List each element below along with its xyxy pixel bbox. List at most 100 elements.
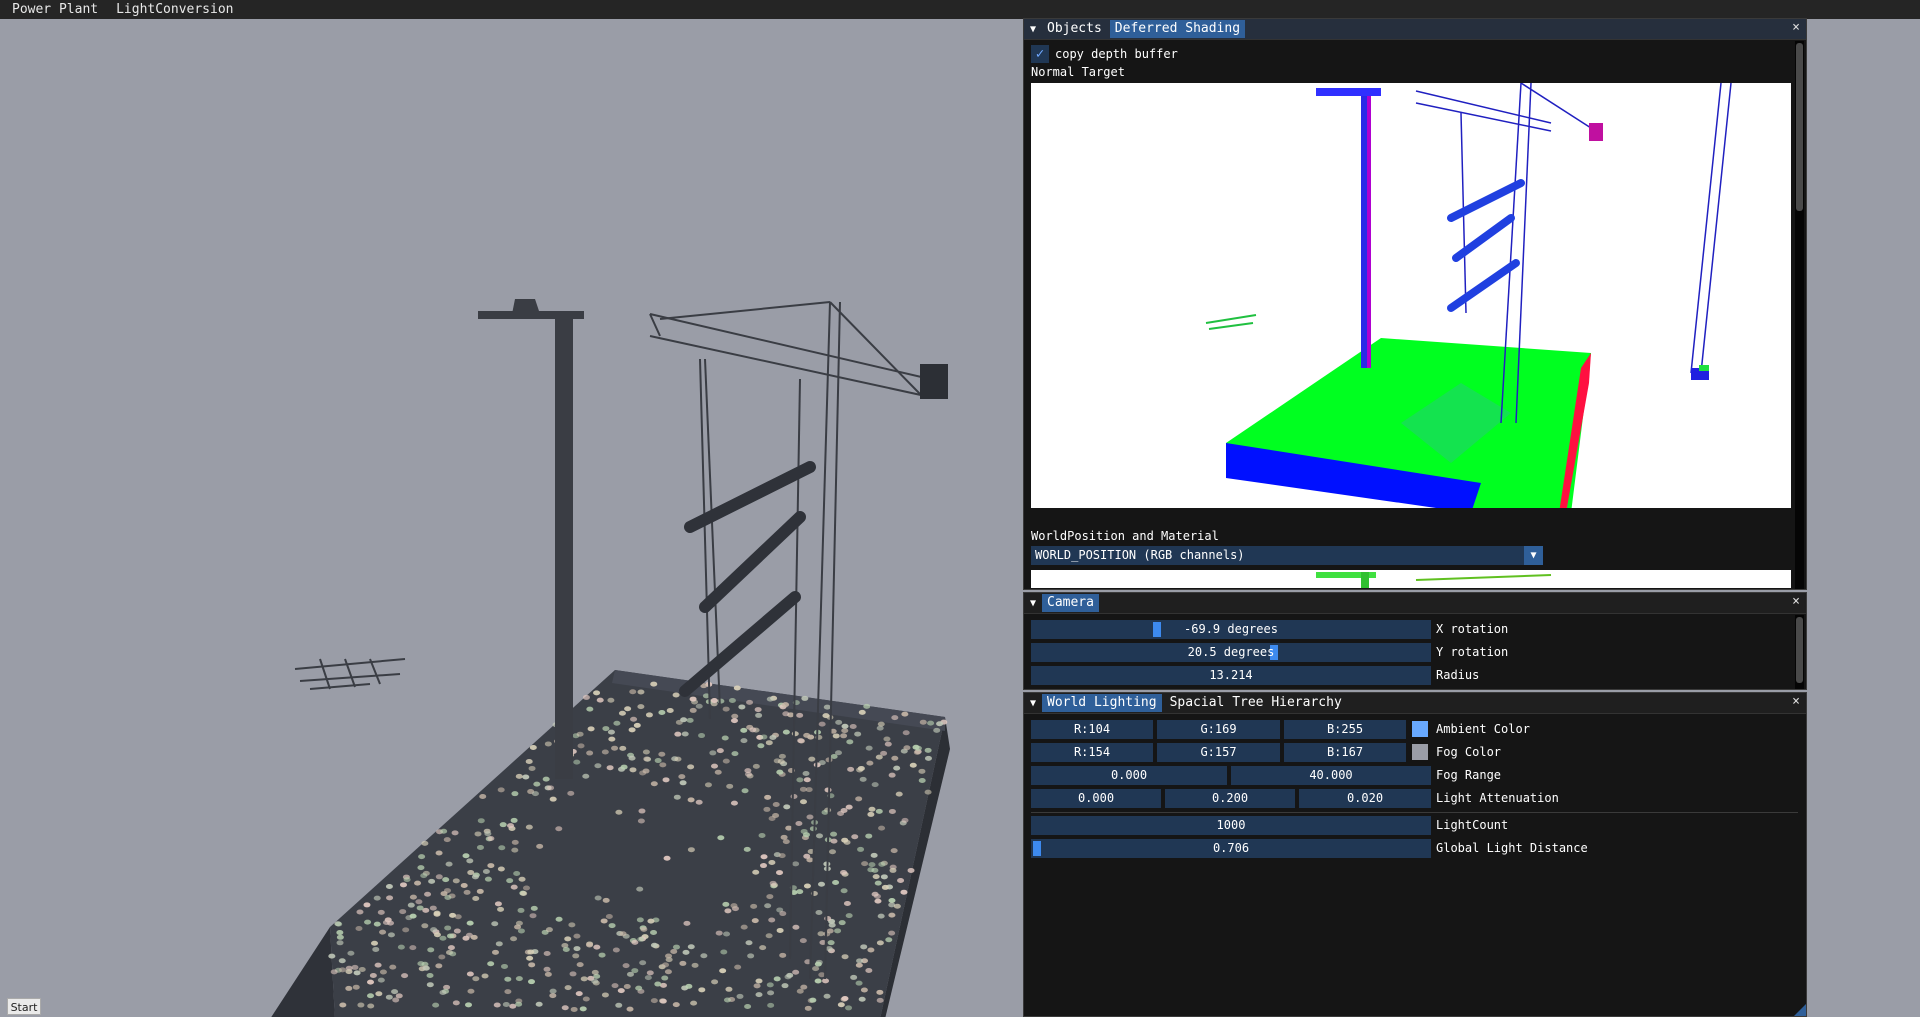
point-light xyxy=(631,939,639,945)
tab-spacial-tree[interactable]: Spacial Tree Hierarchy xyxy=(1165,694,1347,712)
copy-depth-checkbox[interactable]: ✓ xyxy=(1031,45,1049,63)
point-light xyxy=(586,706,594,712)
point-light xyxy=(776,769,784,775)
point-light xyxy=(818,721,826,727)
fog-b-field[interactable]: B:167 xyxy=(1284,743,1406,762)
point-light xyxy=(717,835,725,841)
point-light xyxy=(587,726,595,732)
camera-panel-scrollbar[interactable] xyxy=(1795,615,1804,689)
menu-light-conversion[interactable]: LightConversion xyxy=(107,2,242,17)
point-light xyxy=(504,976,512,982)
chevron-down-icon[interactable]: ▼ xyxy=(1524,546,1543,565)
ambient-g-field[interactable]: G:169 xyxy=(1157,720,1280,739)
close-icon[interactable]: × xyxy=(1792,594,1800,609)
point-light xyxy=(901,711,909,717)
point-light xyxy=(875,808,883,814)
point-light xyxy=(778,853,786,859)
point-light xyxy=(823,993,831,999)
light-distance-slider[interactable]: 0.706 xyxy=(1031,839,1431,858)
point-light xyxy=(845,804,853,810)
point-light xyxy=(511,791,519,797)
point-light xyxy=(620,764,628,770)
close-icon[interactable]: × xyxy=(1792,20,1800,35)
radius-label: Radius xyxy=(1436,668,1480,682)
point-light xyxy=(447,945,455,951)
fog-range-max[interactable]: 40.000 xyxy=(1231,766,1431,785)
point-light xyxy=(374,962,382,968)
menu-power-plant[interactable]: Power Plant xyxy=(0,2,107,17)
attenuation-a[interactable]: 0.000 xyxy=(1031,789,1161,808)
render-target-dropdown[interactable]: WORLD_POSITION (RGB channels) ▼ xyxy=(1031,546,1543,565)
point-light xyxy=(642,749,650,755)
point-light xyxy=(479,793,487,799)
light-count-field[interactable]: 1000 xyxy=(1031,816,1431,835)
point-light xyxy=(760,854,768,860)
tab-objects[interactable]: Objects xyxy=(1042,20,1107,38)
light-distance-grab[interactable] xyxy=(1033,841,1041,856)
radius-field[interactable]: 13.214 xyxy=(1031,666,1431,685)
point-light xyxy=(373,895,381,901)
deferred-panel-scrollbar[interactable] xyxy=(1795,41,1804,589)
attenuation-c[interactable]: 0.020 xyxy=(1299,789,1431,808)
point-light xyxy=(338,958,346,964)
scene-viewport[interactable] xyxy=(0,19,1023,1017)
close-icon[interactable]: × xyxy=(1792,694,1800,709)
point-light xyxy=(498,845,506,851)
ambient-color-swatch[interactable] xyxy=(1412,721,1428,737)
point-light xyxy=(736,993,744,999)
fog-g-field[interactable]: G:157 xyxy=(1157,743,1280,762)
point-light xyxy=(462,853,470,859)
resize-grip-icon[interactable] xyxy=(1794,1004,1806,1016)
attenuation-b[interactable]: 0.200 xyxy=(1165,789,1295,808)
point-light xyxy=(650,998,658,1004)
point-light xyxy=(851,834,859,840)
point-light xyxy=(785,825,793,831)
point-light xyxy=(749,727,757,733)
point-light xyxy=(576,731,584,737)
start-button[interactable]: Start xyxy=(7,998,41,1015)
light-attenuation-label: Light Attenuation xyxy=(1436,791,1559,805)
tab-world-lighting[interactable]: World Lighting xyxy=(1042,694,1162,712)
point-light xyxy=(602,897,610,903)
point-light xyxy=(339,1002,347,1008)
ambient-b-field[interactable]: B:255 xyxy=(1284,720,1406,739)
collapse-arrow-icon[interactable]: ▼ xyxy=(1024,598,1042,609)
fog-range-min[interactable]: 0.000 xyxy=(1031,766,1227,785)
ambient-r-field[interactable]: R:104 xyxy=(1031,720,1153,739)
point-light xyxy=(780,834,788,840)
point-light xyxy=(691,962,699,968)
x-rotation-slider[interactable]: -69.9 degrees xyxy=(1031,620,1431,639)
point-light xyxy=(933,727,941,733)
point-light xyxy=(433,911,441,917)
point-light xyxy=(663,855,671,861)
x-rotation-grab[interactable] xyxy=(1153,622,1162,637)
point-light xyxy=(679,780,687,786)
point-light xyxy=(440,828,448,834)
point-light xyxy=(665,953,673,959)
tab-deferred-shading[interactable]: Deferred Shading xyxy=(1109,20,1246,38)
point-light xyxy=(650,681,658,687)
point-light xyxy=(876,989,884,995)
point-light xyxy=(927,720,935,726)
point-light xyxy=(769,880,777,886)
point-light xyxy=(918,768,926,774)
collapse-arrow-icon[interactable]: ▼ xyxy=(1024,24,1042,35)
fog-r-field[interactable]: R:154 xyxy=(1031,743,1153,762)
y-rotation-label: Y rotation xyxy=(1436,645,1509,659)
point-light xyxy=(850,974,858,980)
fog-color-swatch[interactable] xyxy=(1412,744,1428,760)
point-light xyxy=(912,744,920,750)
point-light xyxy=(824,787,832,793)
tab-camera[interactable]: Camera xyxy=(1042,594,1099,612)
point-light xyxy=(791,731,799,737)
point-light xyxy=(827,940,835,946)
point-light xyxy=(670,949,678,955)
point-light xyxy=(358,966,366,972)
collapse-arrow-icon[interactable]: ▼ xyxy=(1024,698,1042,709)
point-light xyxy=(638,808,646,814)
point-light xyxy=(698,987,706,993)
point-light xyxy=(407,902,415,908)
point-light xyxy=(399,882,407,888)
y-rotation-slider[interactable]: 20.5 degrees xyxy=(1031,643,1431,662)
ambient-color-label: Ambient Color xyxy=(1436,722,1530,736)
